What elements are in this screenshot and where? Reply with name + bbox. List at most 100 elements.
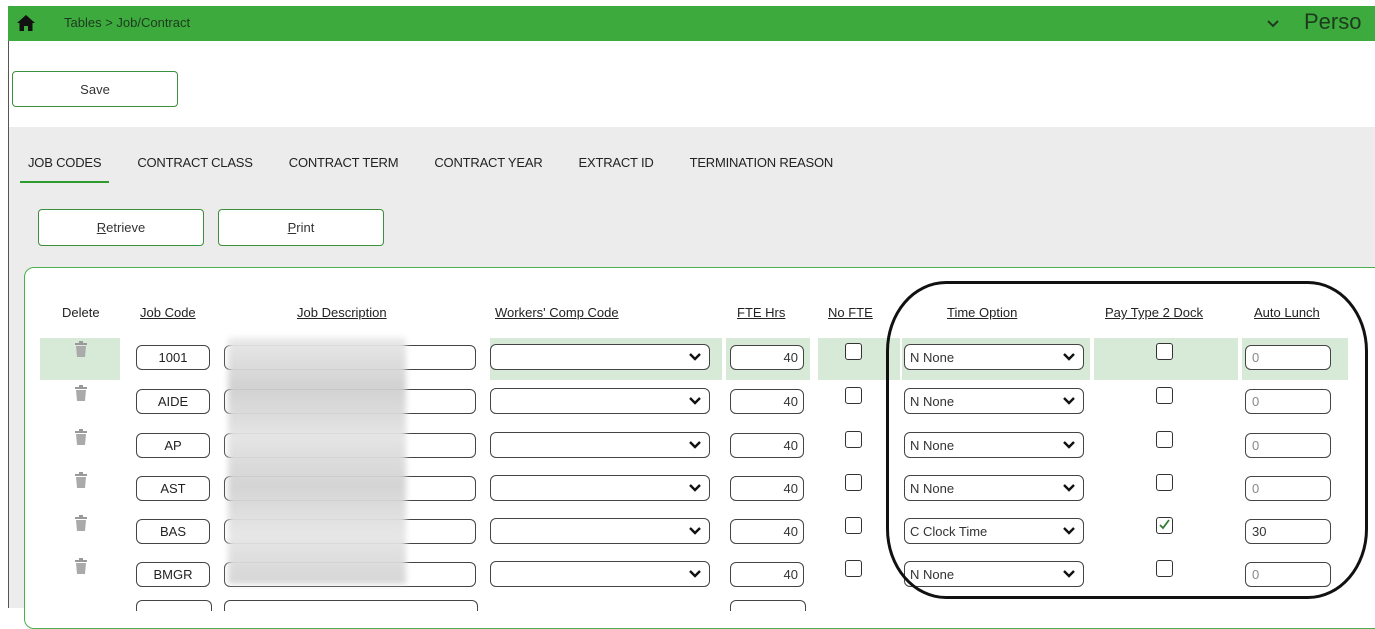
chevron-down-icon — [689, 441, 701, 449]
time-option-value: N None — [910, 566, 955, 582]
no-fte-checkbox[interactable] — [845, 387, 862, 404]
pay-type-dock-checkbox[interactable] — [1156, 431, 1173, 448]
no-fte-checkbox[interactable] — [845, 517, 862, 534]
tab-bar: JOB CODES CONTRACT CLASS CONTRACT TERM C… — [20, 155, 869, 183]
job-code-field[interactable]: 1001 — [136, 345, 210, 370]
workers-comp-select[interactable] — [490, 388, 710, 414]
job-code-field[interactable]: BAS — [136, 519, 210, 544]
fte-hrs-field[interactable]: 40 — [730, 476, 804, 501]
col-header-pay-type-dock[interactable]: Pay Type 2 Dock — [1105, 305, 1203, 320]
tab-contract-year[interactable]: CONTRACT YEAR — [434, 155, 542, 183]
chevron-down-icon — [689, 570, 701, 578]
auto-lunch-field[interactable]: 0 — [1245, 562, 1331, 587]
print-label: rint — [296, 220, 315, 235]
job-code-field[interactable]: AP — [136, 433, 210, 458]
tab-termination-reason[interactable]: TERMINATION REASON — [690, 155, 834, 183]
checkmark-icon — [1159, 519, 1170, 530]
fte-hrs-field[interactable]: 40 — [730, 519, 804, 544]
retrieve-button[interactable]: Retrieve — [38, 209, 204, 246]
time-option-value: N None — [910, 393, 955, 409]
redacted-descriptions — [228, 338, 406, 584]
workers-comp-select[interactable] — [490, 518, 710, 544]
workers-comp-select[interactable] — [490, 432, 710, 458]
col-header-job-description[interactable]: Job Description — [297, 305, 387, 320]
chevron-down-icon — [1063, 397, 1075, 405]
chevron-down-icon — [1063, 441, 1075, 449]
time-option-value: N None — [910, 437, 955, 453]
time-option-select[interactable]: N None — [904, 388, 1084, 414]
chevron-down-icon — [689, 527, 701, 535]
col-header-job-code[interactable]: Job Code — [140, 305, 196, 320]
time-option-value: N None — [910, 349, 955, 365]
print-button[interactable]: Print — [218, 209, 384, 246]
fte-hrs-field[interactable]: 40 — [730, 389, 804, 414]
job-description-field[interactable] — [224, 600, 478, 611]
auto-lunch-field[interactable]: 30 — [1245, 519, 1331, 544]
tab-job-codes[interactable]: JOB CODES — [20, 155, 110, 183]
persona-menu-label[interactable]: Perso — [1304, 9, 1361, 35]
chevron-down-icon — [1063, 353, 1075, 361]
workers-comp-select[interactable] — [490, 475, 710, 501]
workers-comp-select[interactable] — [490, 561, 710, 587]
chevron-down-icon — [1063, 570, 1075, 578]
auto-lunch-field[interactable]: 0 — [1245, 433, 1331, 458]
breadcrumb: Tables > Job/Contract — [64, 15, 191, 30]
fte-hrs-field[interactable]: 40 — [730, 562, 804, 587]
top-bar: Tables > Job/Contract Perso — [8, 6, 1375, 41]
trash-icon[interactable] — [74, 515, 88, 531]
trash-icon[interactable] — [74, 472, 88, 488]
toolbar: Save — [8, 41, 1375, 127]
pay-type-dock-checkbox[interactable] — [1156, 343, 1173, 360]
home-icon[interactable] — [16, 13, 36, 33]
job-code-field[interactable]: AIDE — [136, 389, 210, 414]
col-header-delete: Delete — [62, 305, 100, 320]
auto-lunch-field[interactable]: 0 — [1245, 389, 1331, 414]
chevron-down-icon[interactable] — [1266, 18, 1280, 30]
pay-type-dock-checkbox[interactable] — [1156, 560, 1173, 577]
time-option-select[interactable]: C Clock Time — [904, 518, 1084, 544]
trash-icon[interactable] — [74, 429, 88, 445]
col-header-auto-lunch[interactable]: Auto Lunch — [1254, 305, 1320, 320]
col-header-time-option[interactable]: Time Option — [947, 305, 1017, 320]
trash-icon[interactable] — [74, 558, 88, 574]
fte-hrs-field[interactable] — [730, 600, 806, 611]
fte-hrs-field[interactable]: 40 — [730, 345, 804, 370]
col-header-workers-comp[interactable]: Workers' Comp Code — [495, 305, 619, 320]
job-code-field[interactable]: BMGR — [136, 562, 210, 587]
save-button[interactable]: Save — [12, 71, 178, 107]
trash-icon[interactable] — [74, 385, 88, 401]
chevron-down-icon — [689, 484, 701, 492]
print-accel: P — [287, 220, 297, 235]
retrieve-label: etrieve — [106, 220, 146, 235]
col-header-fte-hrs[interactable]: FTE Hrs — [737, 305, 785, 320]
tab-contract-term[interactable]: CONTRACT TERM — [289, 155, 399, 183]
time-option-select[interactable]: N None — [904, 561, 1084, 587]
retrieve-accel: R — [96, 220, 107, 235]
auto-lunch-field[interactable]: 0 — [1245, 476, 1331, 501]
time-option-select[interactable]: N None — [904, 432, 1084, 458]
chevron-down-icon — [689, 353, 701, 361]
time-option-select[interactable]: N None — [904, 475, 1084, 501]
no-fte-checkbox[interactable] — [845, 431, 862, 448]
pay-type-dock-checkbox[interactable] — [1156, 517, 1173, 534]
chevron-down-icon — [1063, 527, 1075, 535]
no-fte-checkbox[interactable] — [845, 474, 862, 491]
pay-type-dock-checkbox[interactable] — [1156, 474, 1173, 491]
time-option-value: C Clock Time — [910, 523, 988, 539]
job-code-field[interactable] — [136, 600, 212, 611]
chevron-down-icon — [1063, 484, 1075, 492]
trash-icon[interactable] — [74, 341, 88, 357]
workers-comp-select[interactable] — [490, 344, 710, 370]
job-code-field[interactable]: AST — [136, 476, 210, 501]
no-fte-checkbox[interactable] — [845, 560, 862, 577]
tab-contract-class[interactable]: CONTRACT CLASS — [137, 155, 253, 183]
pay-type-dock-checkbox[interactable] — [1156, 387, 1173, 404]
chevron-down-icon — [689, 397, 701, 405]
time-option-select[interactable]: N None — [904, 344, 1084, 370]
time-option-value: N None — [910, 480, 955, 496]
fte-hrs-field[interactable]: 40 — [730, 433, 804, 458]
auto-lunch-field[interactable]: 0 — [1245, 345, 1331, 370]
no-fte-checkbox[interactable] — [845, 343, 862, 360]
tab-extract-id[interactable]: EXTRACT ID — [579, 155, 654, 183]
col-header-no-fte[interactable]: No FTE — [828, 305, 873, 320]
